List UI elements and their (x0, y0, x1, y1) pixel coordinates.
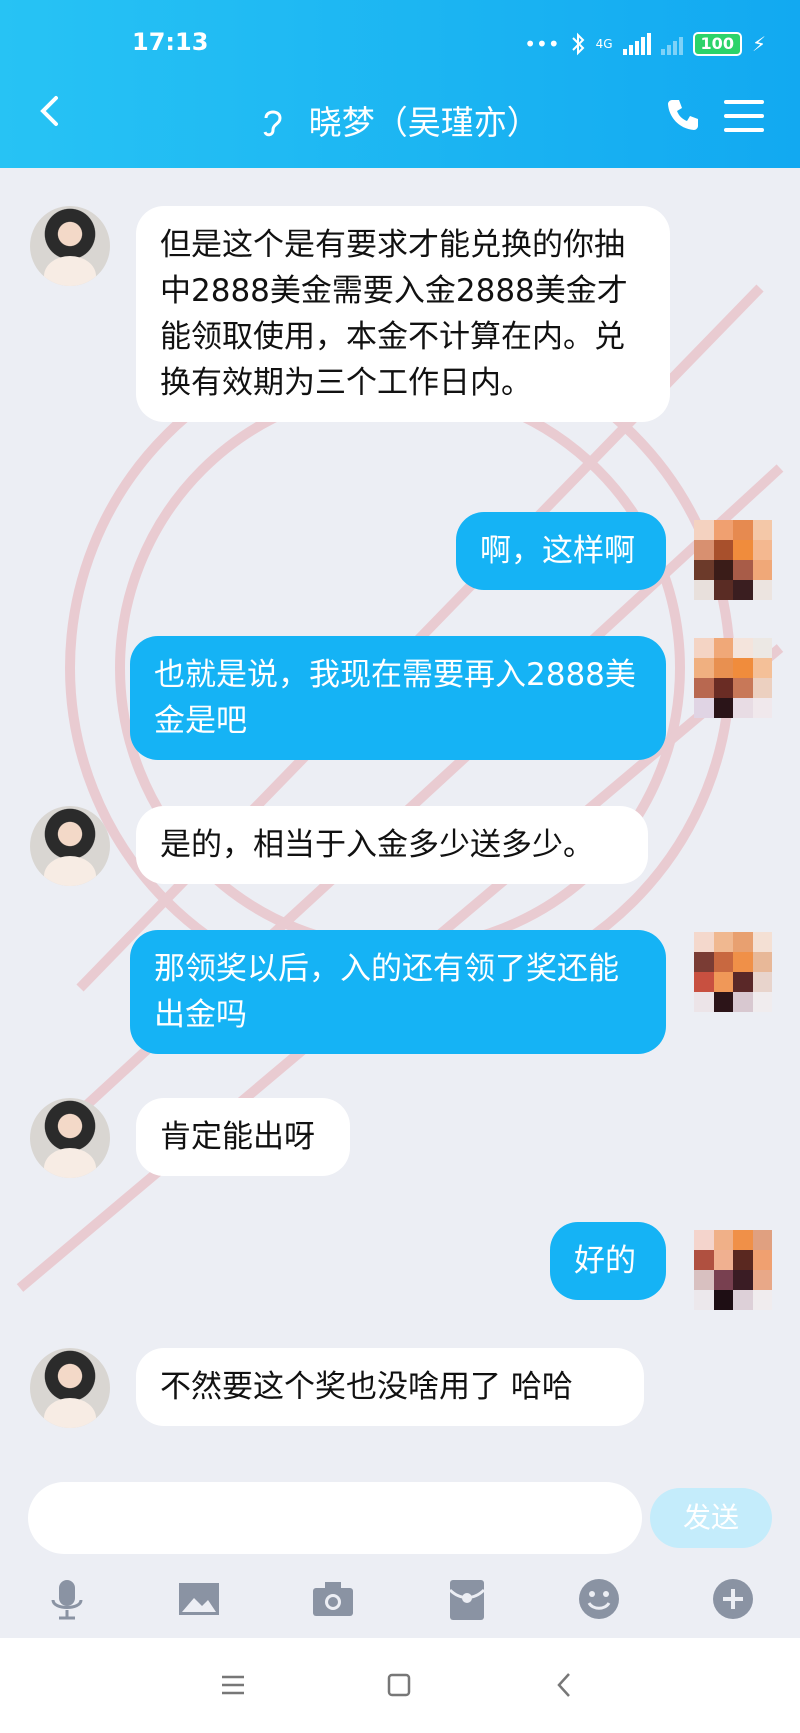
camera-icon[interactable] (310, 1576, 356, 1622)
message-bubble-outgoing[interactable]: 也就是说，我现在需要再入2888美金是吧 (130, 636, 666, 760)
send-button[interactable]: 发送 (650, 1488, 772, 1548)
signal-icon (622, 33, 651, 55)
message-bubble-incoming[interactable]: 不然要这个奖也没啥用了 哈哈 (136, 1348, 644, 1426)
message-input[interactable] (28, 1482, 642, 1554)
contact-avatar[interactable] (30, 1348, 110, 1428)
system-nav-bar (0, 1638, 800, 1733)
user-avatar[interactable] (694, 638, 772, 718)
recent-apps-icon[interactable] (216, 1668, 250, 1702)
user-avatar[interactable] (694, 932, 772, 1012)
contact-avatar[interactable] (30, 1098, 110, 1178)
plus-icon[interactable] (710, 1576, 756, 1622)
message-bubble-incoming[interactable]: 但是这个是有要求才能兑换的你抽中2888美金需要入金2888美金才能领取使用，本… (136, 206, 670, 422)
contact-name: 晓梦（吴瑾亦） (308, 103, 540, 142)
emoji-icon[interactable] (576, 1576, 622, 1622)
contact-avatar[interactable] (30, 806, 110, 886)
red-packet-icon[interactable] (444, 1576, 490, 1622)
composer: 发送 (0, 1478, 800, 1638)
user-avatar[interactable] (694, 1230, 772, 1310)
user-avatar[interactable] (694, 520, 772, 600)
microphone-icon[interactable] (44, 1576, 90, 1622)
message-list[interactable]: 但是这个是有要求才能兑换的你抽中2888美金需要入金2888美金才能领取使用，本… (0, 168, 800, 1478)
message-bubble-incoming[interactable]: 肯定能出呀 (136, 1098, 350, 1176)
message-bubble-incoming[interactable]: 是的，相当于入金多少送多少。 (136, 806, 648, 884)
image-icon[interactable] (176, 1576, 222, 1622)
status-time: 17:13 (132, 28, 209, 56)
ear-icon (263, 110, 282, 137)
message-bubble-outgoing[interactable]: 啊，这样啊 (456, 512, 666, 590)
status-icons: ••• 4G 100 ⚡ (524, 30, 766, 58)
charging-icon: ⚡ (751, 32, 766, 56)
menu-icon[interactable] (724, 100, 764, 132)
message-bubble-outgoing[interactable]: 好的 (550, 1222, 666, 1300)
chat-header: 17:13 ••• 4G 100 ⚡ 晓梦（吴瑾亦） (0, 0, 800, 168)
contact-avatar[interactable] (30, 206, 110, 286)
battery-icon: 100 (692, 32, 742, 56)
phone-call-icon[interactable] (664, 96, 702, 134)
message-bubble-outgoing[interactable]: 那领奖以后，入的还有领了奖还能出金吗 (130, 930, 666, 1054)
more-dots-icon: ••• (524, 32, 560, 56)
signal-icon-secondary (660, 33, 683, 55)
bluetooth-icon (571, 32, 585, 56)
network-label: 4G (595, 37, 613, 51)
home-icon[interactable] (382, 1668, 416, 1702)
back-icon[interactable] (548, 1668, 582, 1702)
